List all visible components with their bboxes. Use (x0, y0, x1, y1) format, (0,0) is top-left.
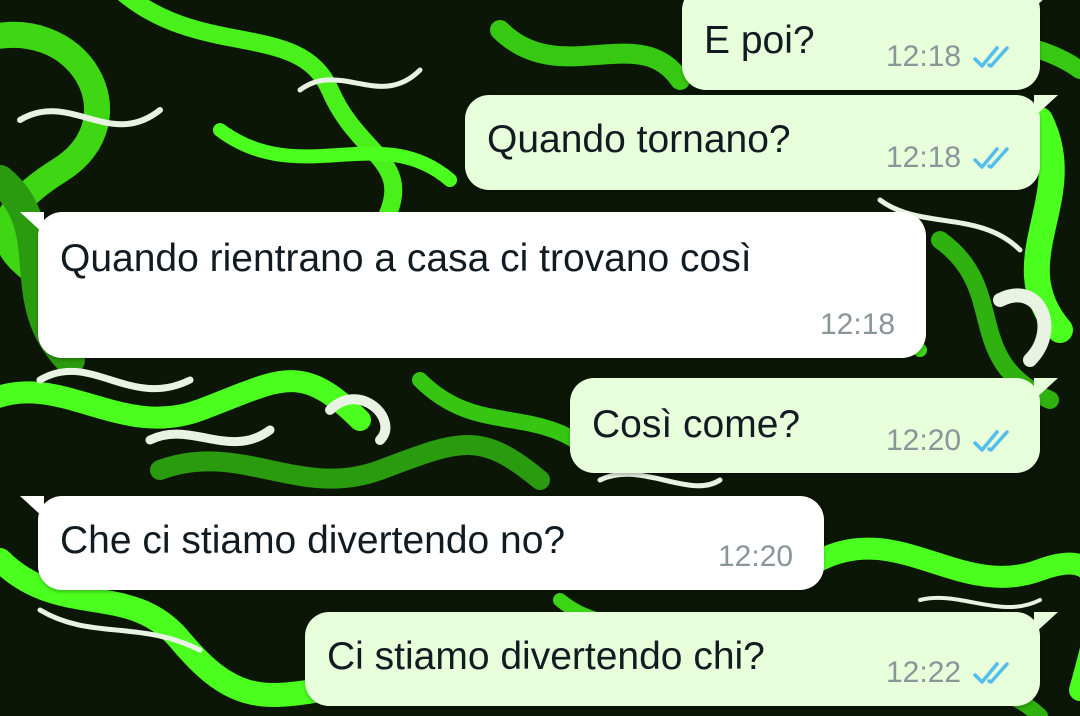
message-bubble-outgoing[interactable]: Ci stiamo divertendo chi? 12:22 (305, 612, 1058, 706)
bubble-tail (20, 212, 44, 234)
message-meta: 12:18 (886, 40, 1015, 74)
message-bubble-incoming[interactable]: Che ci stiamo divertendo no? 12:20 (20, 496, 824, 590)
message-text: Ci stiamo divertendo chi? (327, 635, 765, 678)
message-meta: 12:18 (820, 308, 895, 342)
message-text: Quando tornano? (487, 118, 791, 161)
bubble-tail (1034, 378, 1058, 400)
message-time: 12:18 (886, 40, 962, 73)
bubble-tail (1034, 0, 1058, 8)
bubble-tail (1034, 612, 1058, 634)
message-text: Che ci stiamo divertendo no? (60, 519, 566, 562)
message-time: 12:18 (886, 141, 962, 174)
message-time: 12:22 (886, 656, 962, 689)
bubble-tail (20, 496, 44, 518)
message-time: 12:20 (886, 424, 962, 457)
message-bubble-outgoing[interactable]: E poi? 12:18 (682, 0, 1058, 90)
double-check-read-icon (973, 430, 1009, 452)
message-meta: 12:18 (886, 141, 1015, 175)
message-time: 12:20 (718, 540, 794, 573)
message-bubble-outgoing[interactable]: Quando tornano? 12:18 (465, 95, 1058, 190)
message-meta: 12:20 (886, 424, 1015, 458)
message-text: Quando rientrano a casa ci trovano così (60, 237, 752, 280)
bubble-tail (1034, 95, 1058, 117)
message-time: 12:18 (820, 308, 896, 341)
double-check-read-icon (973, 147, 1009, 169)
message-text: E poi? (704, 19, 815, 62)
message-meta: 12:20 (718, 540, 793, 574)
message-bubble-outgoing[interactable]: Così come? 12:20 (570, 378, 1058, 473)
chat-conversation: E poi? 12:18 Quando tornano? 12:18 Quand… (0, 0, 1080, 716)
message-bubble-incoming[interactable]: Quando rientrano a casa ci trovano così … (20, 212, 926, 358)
message-text: Così come? (592, 403, 801, 446)
message-meta: 12:22 (886, 656, 1015, 690)
double-check-read-icon (973, 662, 1009, 684)
double-check-read-icon (973, 46, 1009, 68)
